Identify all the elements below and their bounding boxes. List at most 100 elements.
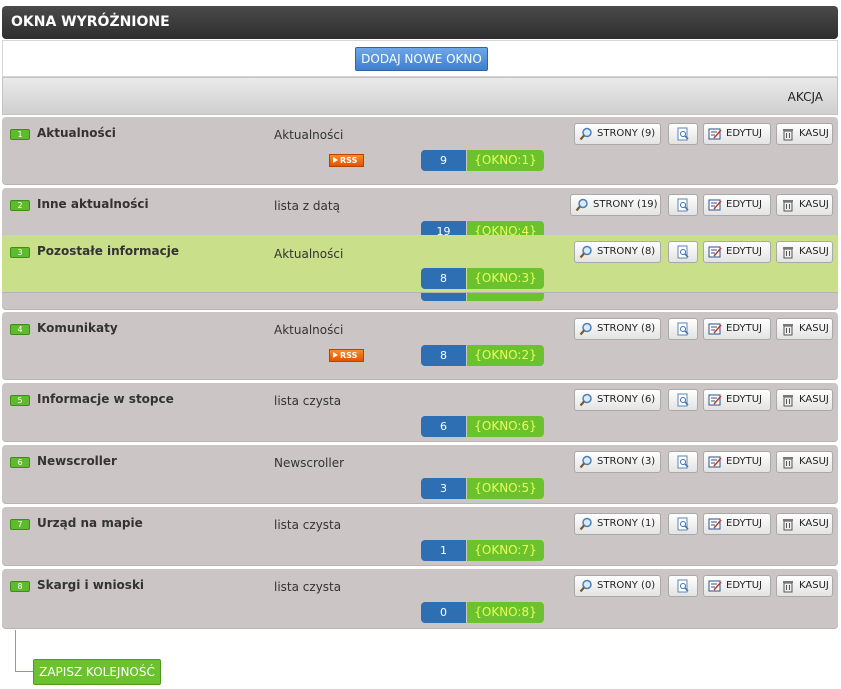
- preview-button[interactable]: [668, 318, 698, 340]
- preview-button[interactable]: [668, 389, 698, 411]
- edit-button[interactable]: EDYTUJ: [703, 389, 771, 411]
- preview-button[interactable]: [668, 123, 698, 145]
- preview-button[interactable]: [668, 513, 698, 535]
- edit-button[interactable]: EDYTUJ: [703, 513, 771, 535]
- okno-tag: {OKNO:7}: [467, 540, 544, 561]
- add-new-window-button[interactable]: DODAJ NOWE OKNO: [355, 47, 488, 71]
- magnifier-icon: [579, 322, 592, 336]
- table-row[interactable]: 5 Informacje w stopce lista czysta 6 {OK…: [2, 383, 838, 442]
- delete-button-label: KASUJ: [799, 456, 829, 467]
- delete-button-label: KASUJ: [799, 394, 829, 405]
- delete-button[interactable]: KASUJ: [776, 123, 833, 145]
- edit-form-icon: [708, 394, 722, 406]
- trash-icon: [783, 519, 793, 531]
- order-number: 5: [10, 395, 30, 406]
- edit-button[interactable]: EDYTUJ: [703, 241, 771, 263]
- preview-button[interactable]: [668, 194, 698, 216]
- magnifier-icon: [579, 393, 592, 407]
- rss-icon[interactable]: RSS: [329, 154, 364, 167]
- delete-button-label: KASUJ: [799, 246, 829, 257]
- okno-tag: {OKNO:2}: [467, 345, 544, 366]
- pages-button-label: STRONY (8): [597, 246, 656, 257]
- edit-form-icon: [708, 128, 722, 140]
- count-badge: 8: [421, 268, 466, 289]
- table-row-dragging[interactable]: 3 Pozostałe informacje Aktualności 8 {OK…: [2, 235, 838, 293]
- row-name: Inne aktualności: [37, 197, 149, 211]
- preview-button[interactable]: [668, 451, 698, 473]
- pages-button[interactable]: STRONY (0): [574, 575, 661, 597]
- magnifier-icon: [579, 127, 592, 141]
- trash-icon: [783, 200, 793, 212]
- row-type: Newscroller: [274, 456, 345, 470]
- rss-icon[interactable]: RSS: [329, 349, 364, 362]
- preview-button[interactable]: [668, 241, 698, 263]
- document-preview-icon: [677, 245, 689, 259]
- table-row[interactable]: 1 Aktualności Aktualności RSS 9 {OKNO:1}…: [2, 117, 838, 185]
- okno-tag: {OKNO:6}: [467, 416, 544, 437]
- edit-button[interactable]: EDYTUJ: [703, 575, 771, 597]
- pages-button[interactable]: STRONY (3): [574, 451, 661, 473]
- count-badge: 9: [421, 150, 466, 171]
- order-number: 7: [10, 519, 30, 530]
- table-row[interactable]: 7 Urząd na mapie lista czysta 1 {OKNO:7}…: [2, 507, 838, 566]
- order-number: 8: [10, 581, 30, 592]
- pages-button-label: STRONY (19): [593, 199, 658, 210]
- table-row[interactable]: 4 Komunikaty Aktualności RSS 8 {OKNO:2} …: [2, 312, 838, 380]
- count-badge: 3: [421, 478, 466, 499]
- table-row[interactable]: 6 Newscroller Newscroller 3 {OKNO:5} STR…: [2, 445, 838, 504]
- pages-button[interactable]: STRONY (1): [574, 513, 661, 535]
- pages-button[interactable]: STRONY (9): [574, 123, 661, 145]
- count-badge: 6: [421, 416, 466, 437]
- trash-icon: [783, 324, 793, 336]
- delete-button[interactable]: KASUJ: [776, 389, 833, 411]
- pages-button[interactable]: STRONY (8): [574, 318, 661, 340]
- edit-button[interactable]: EDYTUJ: [703, 123, 771, 145]
- document-preview-icon: [677, 517, 689, 531]
- edit-button[interactable]: EDYTUJ: [703, 318, 771, 340]
- row-type: Aktualności: [274, 323, 344, 337]
- row-name: Pozostałe informacje: [37, 244, 180, 258]
- pages-button[interactable]: STRONY (8): [574, 241, 661, 263]
- okno-tag: {OKNO:5}: [467, 478, 544, 499]
- order-number: 2: [10, 200, 30, 211]
- delete-button[interactable]: KASUJ: [776, 318, 833, 340]
- pages-button-label: STRONY (6): [597, 394, 656, 405]
- edit-button-label: EDYTUJ: [726, 580, 762, 591]
- table-row[interactable]: 2 Inne aktualności lista z datą 19 {OKNO…: [2, 188, 838, 238]
- row-type: Aktualności: [274, 128, 344, 142]
- delete-button-label: KASUJ: [799, 323, 829, 334]
- edit-button-label: EDYTUJ: [726, 199, 762, 210]
- row-name: Newscroller: [37, 454, 117, 468]
- order-number: 4: [10, 324, 30, 335]
- edit-button[interactable]: EDYTUJ: [703, 451, 771, 473]
- count-badge: [421, 293, 466, 301]
- magnifier-icon: [579, 579, 592, 593]
- delete-button[interactable]: KASUJ: [776, 575, 833, 597]
- document-preview-icon: [677, 198, 689, 212]
- preview-button[interactable]: [668, 575, 698, 597]
- placeholder-badges: [421, 293, 544, 301]
- magnifier-icon: [579, 245, 592, 259]
- delete-button[interactable]: KASUJ: [776, 513, 833, 535]
- okno-tag: {OKNO:8}: [467, 602, 544, 623]
- pages-button[interactable]: STRONY (6): [574, 389, 661, 411]
- count-badge: 0: [421, 602, 466, 623]
- delete-button[interactable]: KASUJ: [776, 451, 833, 473]
- pages-button-label: STRONY (0): [597, 580, 656, 591]
- row-type: lista z datą: [274, 199, 340, 213]
- pages-button[interactable]: STRONY (19): [570, 194, 661, 216]
- delete-button[interactable]: KASUJ: [776, 241, 833, 263]
- table-row[interactable]: 8 Skargi i wnioski lista czysta 0 {OKNO:…: [2, 569, 838, 629]
- edit-form-icon: [708, 518, 722, 530]
- okno-tag: {OKNO:3}: [467, 268, 544, 289]
- edit-button[interactable]: EDYTUJ: [703, 194, 771, 216]
- document-preview-icon: [677, 393, 689, 407]
- pages-button-label: STRONY (8): [597, 323, 656, 334]
- row-name: Skargi i wnioski: [37, 578, 145, 592]
- pages-button-label: STRONY (3): [597, 456, 656, 467]
- row-type: lista czysta: [274, 518, 342, 532]
- row-type: Aktualności: [274, 247, 344, 261]
- column-header-akcja: AKCJA: [787, 90, 823, 104]
- save-order-button[interactable]: ZAPISZ KOLEJNOŚĆ: [33, 659, 161, 685]
- delete-button[interactable]: KASUJ: [776, 194, 833, 216]
